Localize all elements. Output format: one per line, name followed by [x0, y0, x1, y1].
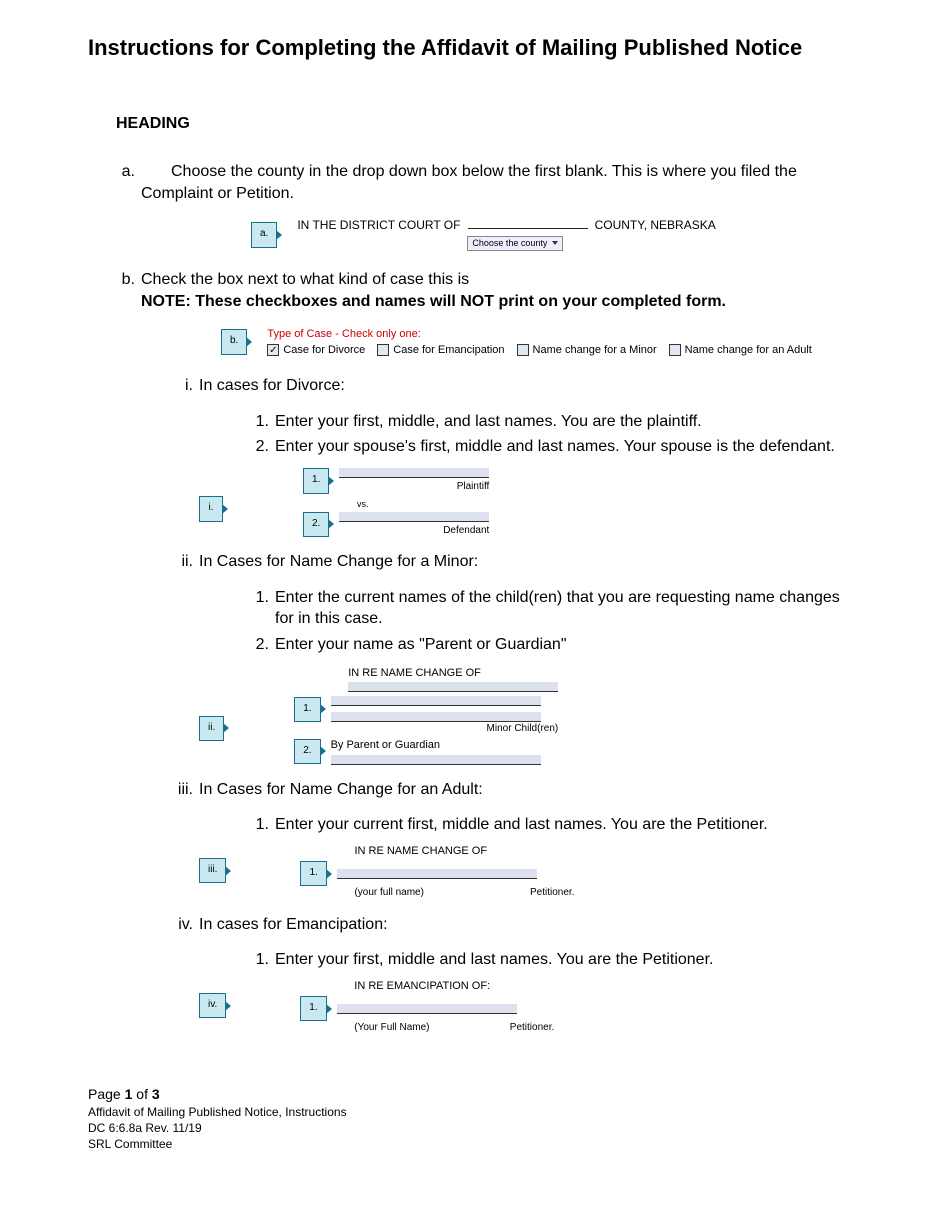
item-b: b. Check the box next to what kind of ca… [141, 269, 862, 1034]
county-dropdown[interactable]: Choose the county [467, 236, 563, 252]
text-ii: In Cases for Name Change for a Minor: [199, 553, 478, 570]
petitioner-eman: Petitioner. [510, 1021, 554, 1035]
minor-snippet: IN RE NAME CHANGE OF 1. Minor Child(ren) [294, 666, 558, 765]
marker-b: b. [111, 269, 135, 291]
page-total: 3 [152, 1086, 160, 1102]
callout-ii: ii. [199, 716, 224, 742]
plaintiff-line[interactable] [339, 468, 489, 478]
callout-i: i. [199, 496, 223, 522]
callout-i-2: 2. [303, 512, 329, 538]
plaintiff-label: Plaintiff [339, 480, 489, 494]
marker-i-1: 1. [245, 411, 269, 433]
footer-line3: DC 6:6.8a Rev. 11/19 [88, 1120, 862, 1136]
page-prefix: Page [88, 1086, 125, 1102]
petitioner-adult: Petitioner. [530, 886, 574, 900]
label-minor: Name change for a Minor [533, 343, 657, 357]
child-line-3[interactable] [331, 712, 541, 722]
minor-children-label: Minor Child(ren) [348, 722, 558, 736]
roman-iii: iii. In Cases for Name Change for an Adu… [199, 779, 862, 900]
snippet-type-case: Type of Case - Check only one: Case for … [261, 323, 830, 362]
fullname-adult: (your full name) [354, 886, 423, 900]
text-i-2: Enter your spouse's first, middle and la… [275, 438, 835, 455]
footer: Page 1 of 3 Affidavit of Mailing Publish… [88, 1085, 862, 1152]
callout-iii: iii. [199, 858, 226, 884]
roman-ii-n2: 2. Enter your name as "Parent or Guardia… [275, 634, 862, 656]
adult-snippet: IN RE NAME CHANGE OF 1. (your full name)… [300, 844, 574, 900]
label-emancipation: Case for Emancipation [393, 343, 504, 357]
footer-line4: SRL Committee [88, 1136, 862, 1152]
roman-iii-n1: 1. Enter your current first, middle and … [275, 814, 862, 836]
marker-i-2: 2. [245, 436, 269, 458]
eman-name-line[interactable] [337, 1004, 517, 1014]
eman-snippet: IN RE EMANCIPATION OF: 1. (Your Full Nam… [300, 979, 554, 1035]
text-i: In cases for Divorce: [199, 377, 345, 394]
checkbox-minor[interactable] [517, 344, 529, 356]
defendant-line[interactable] [339, 512, 489, 522]
type-case-label: Type of Case - Check only one: [267, 327, 824, 341]
roman-iv: iv. In cases for Emancipation: 1. Enter … [199, 914, 862, 1035]
party-snippet: 1. Plaintiff vs. 2. Defendant [303, 468, 489, 537]
callout-ii-1: 1. [294, 697, 320, 723]
callout-ii-2: 2. [294, 739, 320, 765]
section-heading: HEADING [116, 115, 862, 133]
text-iii-1: Enter your current first, middle and las… [275, 816, 768, 833]
text-iv-1: Enter your first, middle and last names.… [275, 951, 713, 968]
court-of-label: IN THE DISTRICT COURT OF [297, 218, 460, 232]
callout-b: b. [221, 329, 247, 355]
child-line-1[interactable] [348, 682, 558, 692]
footer-line2: Affidavit of Mailing Published Notice, I… [88, 1104, 862, 1120]
text-i-1: Enter your first, middle, and last names… [275, 413, 702, 430]
marker-i: i. [159, 375, 193, 397]
defendant-label: Defendant [339, 524, 489, 538]
snippet-court: IN THE DISTRICT COURT OF COUNTY, NEBRASK… [291, 214, 721, 255]
fullname-eman: (Your Full Name) [354, 1021, 429, 1035]
marker-a: a. [111, 161, 135, 183]
inre-eman: IN RE EMANCIPATION OF: [354, 979, 554, 994]
item-a: a. Choose the county in the drop down bo… [141, 161, 862, 255]
child-line-2[interactable] [331, 696, 541, 706]
marker-iv: iv. [159, 914, 193, 936]
marker-iii: iii. [159, 779, 193, 801]
roman-iv-n1: 1. Enter your first, middle and last nam… [275, 949, 862, 971]
callout-iv: iv. [199, 993, 226, 1019]
parent-line[interactable] [331, 755, 541, 765]
text-a: Choose the county in the drop down box b… [141, 163, 797, 202]
adult-name-line[interactable] [337, 869, 537, 879]
vs-label: vs. [357, 498, 489, 510]
page-of: of [132, 1086, 151, 1102]
marker-iv-1: 1. [245, 949, 269, 971]
text-b: Check the box next to what kind of case … [141, 271, 469, 288]
label-adult: Name change for an Adult [685, 343, 812, 357]
text-ii-2: Enter your name as "Parent or Guardian" [275, 636, 567, 653]
roman-i-n2: 2. Enter your spouse's first, middle and… [275, 436, 862, 458]
marker-iii-1: 1. [245, 814, 269, 836]
checkbox-emancipation[interactable] [377, 344, 389, 356]
roman-ii: ii. In Cases for Name Change for a Minor… [199, 551, 862, 765]
page-title: Instructions for Completing the Affidavi… [88, 35, 862, 61]
inre-adult: IN RE NAME CHANGE OF [354, 844, 574, 859]
by-parent-label: By Parent or Guardian [331, 738, 541, 753]
county-blank [468, 219, 588, 229]
marker-ii-2: 2. [245, 634, 269, 656]
inre-minor: IN RE NAME CHANGE OF [348, 666, 558, 681]
dropdown-label: Choose the county [472, 238, 547, 248]
text-iii: In Cases for Name Change for an Adult: [199, 781, 483, 798]
text-iv: In cases for Emancipation: [199, 916, 388, 933]
checkbox-adult[interactable] [669, 344, 681, 356]
roman-ii-n1: 1. Enter the current names of the child(… [275, 587, 862, 630]
callout-a: a. [251, 222, 277, 248]
county-ne-label: COUNTY, NEBRASKA [595, 218, 716, 232]
chevron-down-icon [552, 241, 558, 245]
callout-i-1: 1. [303, 468, 329, 494]
callout-iii-1: 1. [300, 861, 326, 887]
text-ii-1: Enter the current names of the child(ren… [275, 589, 840, 628]
marker-ii: ii. [159, 551, 193, 573]
roman-i-n1: 1. Enter your first, middle, and last na… [275, 411, 862, 433]
label-divorce: Case for Divorce [283, 343, 365, 357]
callout-iv-1: 1. [300, 996, 326, 1022]
checkbox-divorce[interactable] [267, 344, 279, 356]
roman-i: i. In cases for Divorce: 1. Enter your f… [199, 375, 862, 537]
marker-ii-1: 1. [245, 587, 269, 609]
note-b: NOTE: These checkboxes and names will NO… [141, 293, 726, 310]
